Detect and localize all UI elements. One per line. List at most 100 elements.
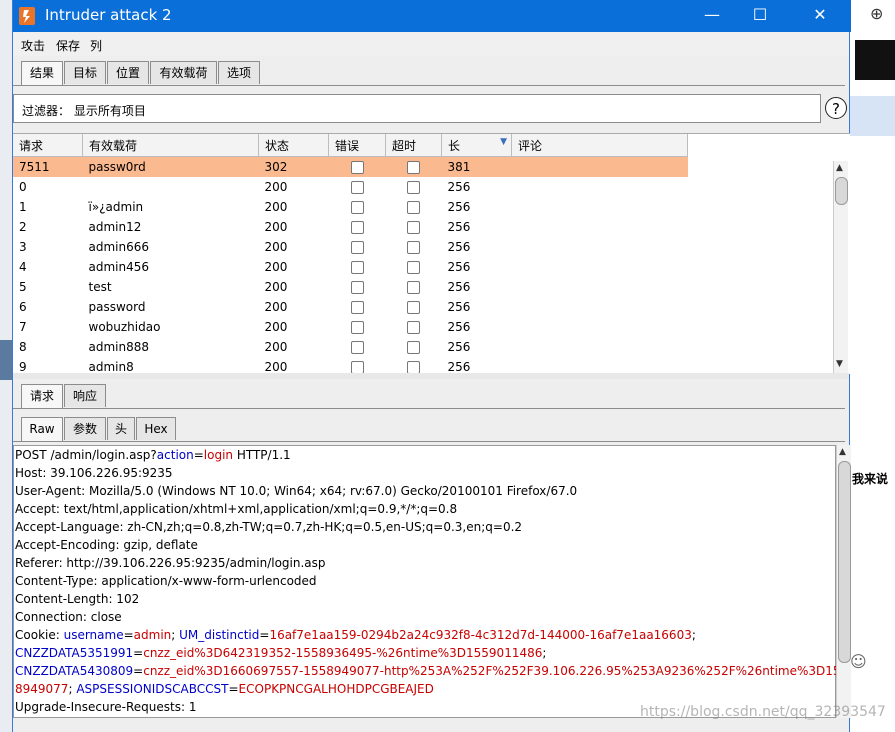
request-text: Content-Length: 102: [15, 592, 140, 606]
request-text: Accept-Encoding: gzip, deflate: [15, 538, 198, 552]
checkbox[interactable]: [407, 201, 420, 214]
request-text: Accept: text/html,application/xhtml+xml,…: [15, 502, 458, 516]
filter-label: 过滤器： 显示所有项目: [22, 104, 146, 118]
request-text: =: [123, 628, 134, 642]
tab-results[interactable]: 结果: [21, 61, 63, 85]
search-bar: [13, 718, 849, 732]
checkbox[interactable]: [407, 241, 420, 254]
table-row[interactable]: 1 ï»¿admin 200 256: [13, 197, 688, 217]
cell-request: 6: [19, 300, 27, 314]
cell-error: [329, 257, 386, 277]
cell-comment: [512, 297, 688, 317]
cell-status: 200: [264, 300, 288, 314]
checkbox[interactable]: [350, 221, 364, 234]
background-left-strip: [0, 0, 12, 732]
cell-comment: [512, 197, 688, 217]
help-icon[interactable]: ?: [825, 97, 847, 119]
tab-divider: [13, 408, 845, 409]
window-title: Intruder attack 2: [45, 6, 172, 24]
scroll-down-icon[interactable]: ▼: [836, 359, 843, 369]
checkbox[interactable]: [407, 321, 420, 334]
checkbox[interactable]: [350, 161, 364, 174]
tab-headers[interactable]: 头: [107, 417, 135, 440]
col-status[interactable]: 状态: [258, 134, 329, 157]
scroll-up-icon[interactable]: ▲: [839, 447, 846, 457]
scroll-up-icon[interactable]: ▲: [836, 163, 843, 173]
request-scrollbar[interactable]: ▲: [836, 445, 851, 718]
cell-request: 7511: [13, 156, 83, 177]
checkbox[interactable]: [407, 181, 420, 194]
col-error[interactable]: 错误: [328, 134, 386, 157]
tab-raw[interactable]: Raw: [21, 417, 63, 441]
tab-hex[interactable]: Hex: [136, 417, 176, 440]
checkbox[interactable]: [350, 201, 364, 214]
tab-positions[interactable]: 位置: [107, 61, 149, 84]
table-row[interactable]: 7511 passw0rd 302 381: [13, 156, 688, 177]
request-line: Content-Length: 102: [15, 592, 139, 606]
cell-status: 200: [264, 220, 288, 234]
request-line: CNZZDATA5351991=cnzz_eid%3D642319352-155…: [15, 646, 546, 660]
cell-payload: admin888: [88, 340, 150, 354]
scroll-thumb[interactable]: [835, 177, 848, 205]
menu-columns[interactable]: 列: [90, 37, 102, 54]
tab-divider: [13, 441, 845, 442]
table-row[interactable]: 8 admin888 200 256: [13, 337, 688, 357]
checkbox[interactable]: [407, 341, 420, 354]
col-comment[interactable]: 评论: [511, 134, 688, 157]
cell-timeout: [386, 277, 442, 297]
param-name: username: [63, 628, 124, 642]
table-row[interactable]: 2 admin12 200 256: [13, 217, 688, 237]
request-line: POST /admin/login.asp?action=login HTTP/…: [15, 448, 291, 462]
tab-payloads[interactable]: 有效载荷: [150, 61, 217, 84]
checkbox[interactable]: [407, 301, 420, 314]
checkbox[interactable]: [350, 261, 364, 274]
tab-request[interactable]: 请求: [21, 384, 63, 408]
table-row[interactable]: 4 admin456 200 256: [13, 257, 688, 277]
cell-timeout: [385, 156, 442, 177]
checkbox[interactable]: [350, 281, 364, 294]
col-request[interactable]: 请求: [13, 134, 83, 157]
intruder-window: Intruder attack 2 — ☐ ✕ 攻击 保存 列 结果 目标 位置…: [12, 0, 851, 732]
col-timeout[interactable]: 超时: [385, 134, 442, 157]
minimize-button[interactable]: —: [689, 0, 735, 30]
checkbox[interactable]: [350, 321, 364, 334]
tab-target[interactable]: 目标: [64, 61, 106, 84]
menu-save[interactable]: 保存: [56, 37, 80, 54]
scroll-thumb[interactable]: [838, 461, 851, 663]
param-value: cnzz_eid%3D1660697557-1558949077-http%25…: [143, 664, 849, 678]
menu-attack[interactable]: 攻击: [21, 37, 45, 54]
table-row[interactable]: 0 200 256: [13, 177, 688, 197]
cell-comment: [512, 217, 688, 237]
close-button[interactable]: ✕: [797, 0, 843, 30]
table-row[interactable]: 7 wobuzhidao 200 256: [13, 317, 688, 337]
cell-error: [329, 217, 386, 237]
raw-request-editor[interactable]: POST /admin/login.asp?action=login HTTP/…: [13, 445, 848, 718]
checkbox[interactable]: [407, 261, 420, 274]
table-row[interactable]: 6 password 200 256: [13, 297, 688, 317]
request-text: Upgrade-Insecure-Requests: 1: [15, 700, 197, 714]
results-scrollbar[interactable]: ▲ ▼: [833, 161, 848, 373]
col-payload[interactable]: 有效载荷: [82, 134, 259, 157]
param-name: action: [156, 448, 194, 462]
maximize-button[interactable]: ☐: [737, 0, 783, 30]
checkbox[interactable]: [407, 221, 420, 234]
cell-status: 200: [264, 280, 288, 294]
checkbox[interactable]: [350, 301, 364, 314]
checkbox[interactable]: [407, 281, 420, 294]
filter-bar[interactable]: 过滤器： 显示所有项目: [13, 94, 821, 123]
checkbox[interactable]: [407, 161, 420, 174]
request-text: Content-Type: application/x-www-form-url…: [15, 574, 317, 588]
tab-params[interactable]: 参数: [64, 417, 106, 440]
col-length[interactable]: 长 ▼: [441, 134, 512, 157]
cell-payload: admin12: [88, 220, 142, 234]
checkbox[interactable]: [350, 181, 364, 194]
tab-options[interactable]: 选项: [218, 61, 260, 84]
table-row[interactable]: 3 admin666 200 256: [13, 237, 688, 257]
checkbox[interactable]: [350, 241, 364, 254]
checkbox[interactable]: [350, 341, 364, 354]
cell-payload: admin666: [88, 240, 150, 254]
pane-splitter[interactable]: [13, 373, 849, 379]
request-text: Host: 39.106.226.95:9235: [15, 466, 173, 480]
table-row[interactable]: 5 test 200 256: [13, 277, 688, 297]
tab-response[interactable]: 响应: [64, 384, 106, 407]
